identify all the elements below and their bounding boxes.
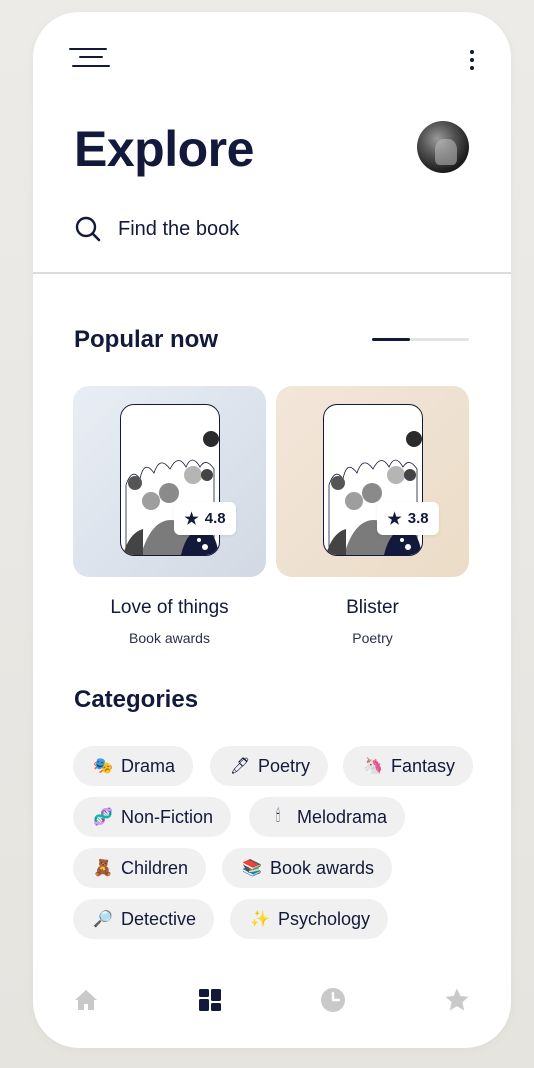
search-bar[interactable] (74, 212, 470, 246)
chip-label: Psychology (278, 908, 371, 929)
chip-drama[interactable]: 🎭 Drama (73, 746, 194, 786)
clock-icon (321, 988, 345, 1012)
book-card-love-of-things[interactable]: ★ 4.8 (73, 386, 266, 577)
chip-book-awards[interactable]: 📚 Book awards (222, 848, 393, 888)
unicorn-icon: 🦄 (363, 758, 383, 775)
chip-detective[interactable]: 🔎 Detective (73, 899, 215, 939)
tab-home[interactable] (66, 980, 106, 1020)
magnifier-icon: 🔎 (93, 911, 113, 928)
chip-label: Drama (121, 755, 176, 776)
page-title: Explore (74, 121, 254, 177)
tab-explore[interactable] (190, 980, 230, 1020)
drama-masks-icon: 🎭 (93, 758, 113, 775)
carousel-indicator (372, 338, 469, 341)
home-icon (75, 990, 97, 1010)
chip-label: Book awards (270, 857, 375, 878)
chip-label: Poetry (258, 755, 311, 776)
sparkles-icon: ✨ (250, 911, 270, 928)
chip-label: Detective (121, 908, 197, 929)
search-input[interactable] (118, 217, 418, 241)
star-icon (445, 988, 469, 1011)
bottom-nav (33, 980, 511, 1020)
top-bar (33, 12, 511, 102)
dna-icon: 🧬 (93, 809, 113, 826)
rating-value: 3.8 (407, 510, 429, 527)
books-icon: 📚 (242, 860, 262, 877)
chip-poetry[interactable]: 🖊 Poetry (210, 746, 329, 786)
chip-melodrama[interactable]: 🕯 Melodrama (249, 797, 406, 837)
chip-label: Fantasy (391, 755, 456, 776)
menu-icon[interactable] (69, 48, 113, 78)
rating-badge: ★ 3.8 (377, 502, 439, 535)
avatar[interactable] (417, 121, 469, 173)
rating-value: 4.8 (204, 510, 226, 527)
book-category: Poetry (352, 630, 393, 646)
book-title[interactable]: Blister (276, 597, 469, 619)
book-category: Book awards (129, 630, 210, 646)
pen-icon: 🖊 (230, 758, 251, 775)
chip-label: Non-Fiction (121, 806, 214, 827)
teddy-bear-icon: 🧸 (93, 860, 113, 877)
carousel-indicator-active (372, 338, 410, 341)
more-options-icon[interactable] (469, 50, 475, 70)
chip-children[interactable]: 🧸 Children (73, 848, 207, 888)
chip-psychology[interactable]: ✨ Psychology (230, 899, 389, 939)
star-icon: ★ (184, 510, 199, 528)
candle-icon: 🕯 (275, 808, 281, 825)
chip-fantasy[interactable]: 🦄 Fantasy (343, 746, 474, 786)
divider (33, 272, 511, 274)
grid-icon (199, 989, 221, 1011)
chip-label: Children (121, 857, 189, 878)
chip-non-fiction[interactable]: 🧬 Non-Fiction (73, 797, 232, 837)
categories-heading: Categories (74, 686, 199, 713)
tab-history[interactable] (313, 980, 353, 1020)
app-screen: Explore Popular now (33, 12, 511, 1048)
book-title[interactable]: Love of things (73, 597, 266, 619)
book-card-blister[interactable]: ★ 3.8 (276, 386, 469, 577)
tab-favorites[interactable] (437, 980, 477, 1020)
rating-badge: ★ 4.8 (174, 502, 236, 535)
search-icon (75, 216, 101, 242)
popular-now-heading: Popular now (74, 326, 218, 353)
star-icon: ★ (387, 510, 402, 528)
chip-label: Melodrama (297, 806, 388, 827)
